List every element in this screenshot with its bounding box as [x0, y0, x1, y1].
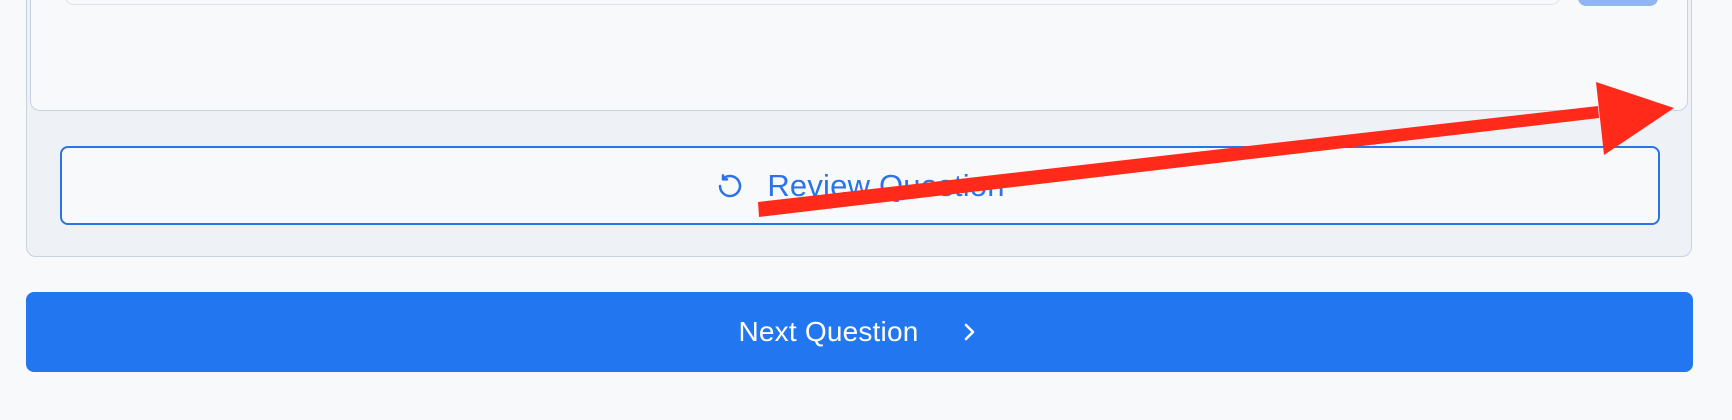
rotate-ccw-icon: [715, 171, 745, 201]
answer-panel: [30, 0, 1688, 111]
answer-input-field[interactable]: [64, 0, 1561, 5]
next-question-label: Next Question: [738, 316, 919, 347]
review-question-label: Review Question: [767, 167, 1005, 203]
review-question-button[interactable]: Review Question: [60, 146, 1660, 225]
next-question-button[interactable]: Next Question: [26, 292, 1693, 372]
submit-chip-button[interactable]: [1578, 0, 1658, 6]
chevron-right-icon: [957, 320, 981, 344]
